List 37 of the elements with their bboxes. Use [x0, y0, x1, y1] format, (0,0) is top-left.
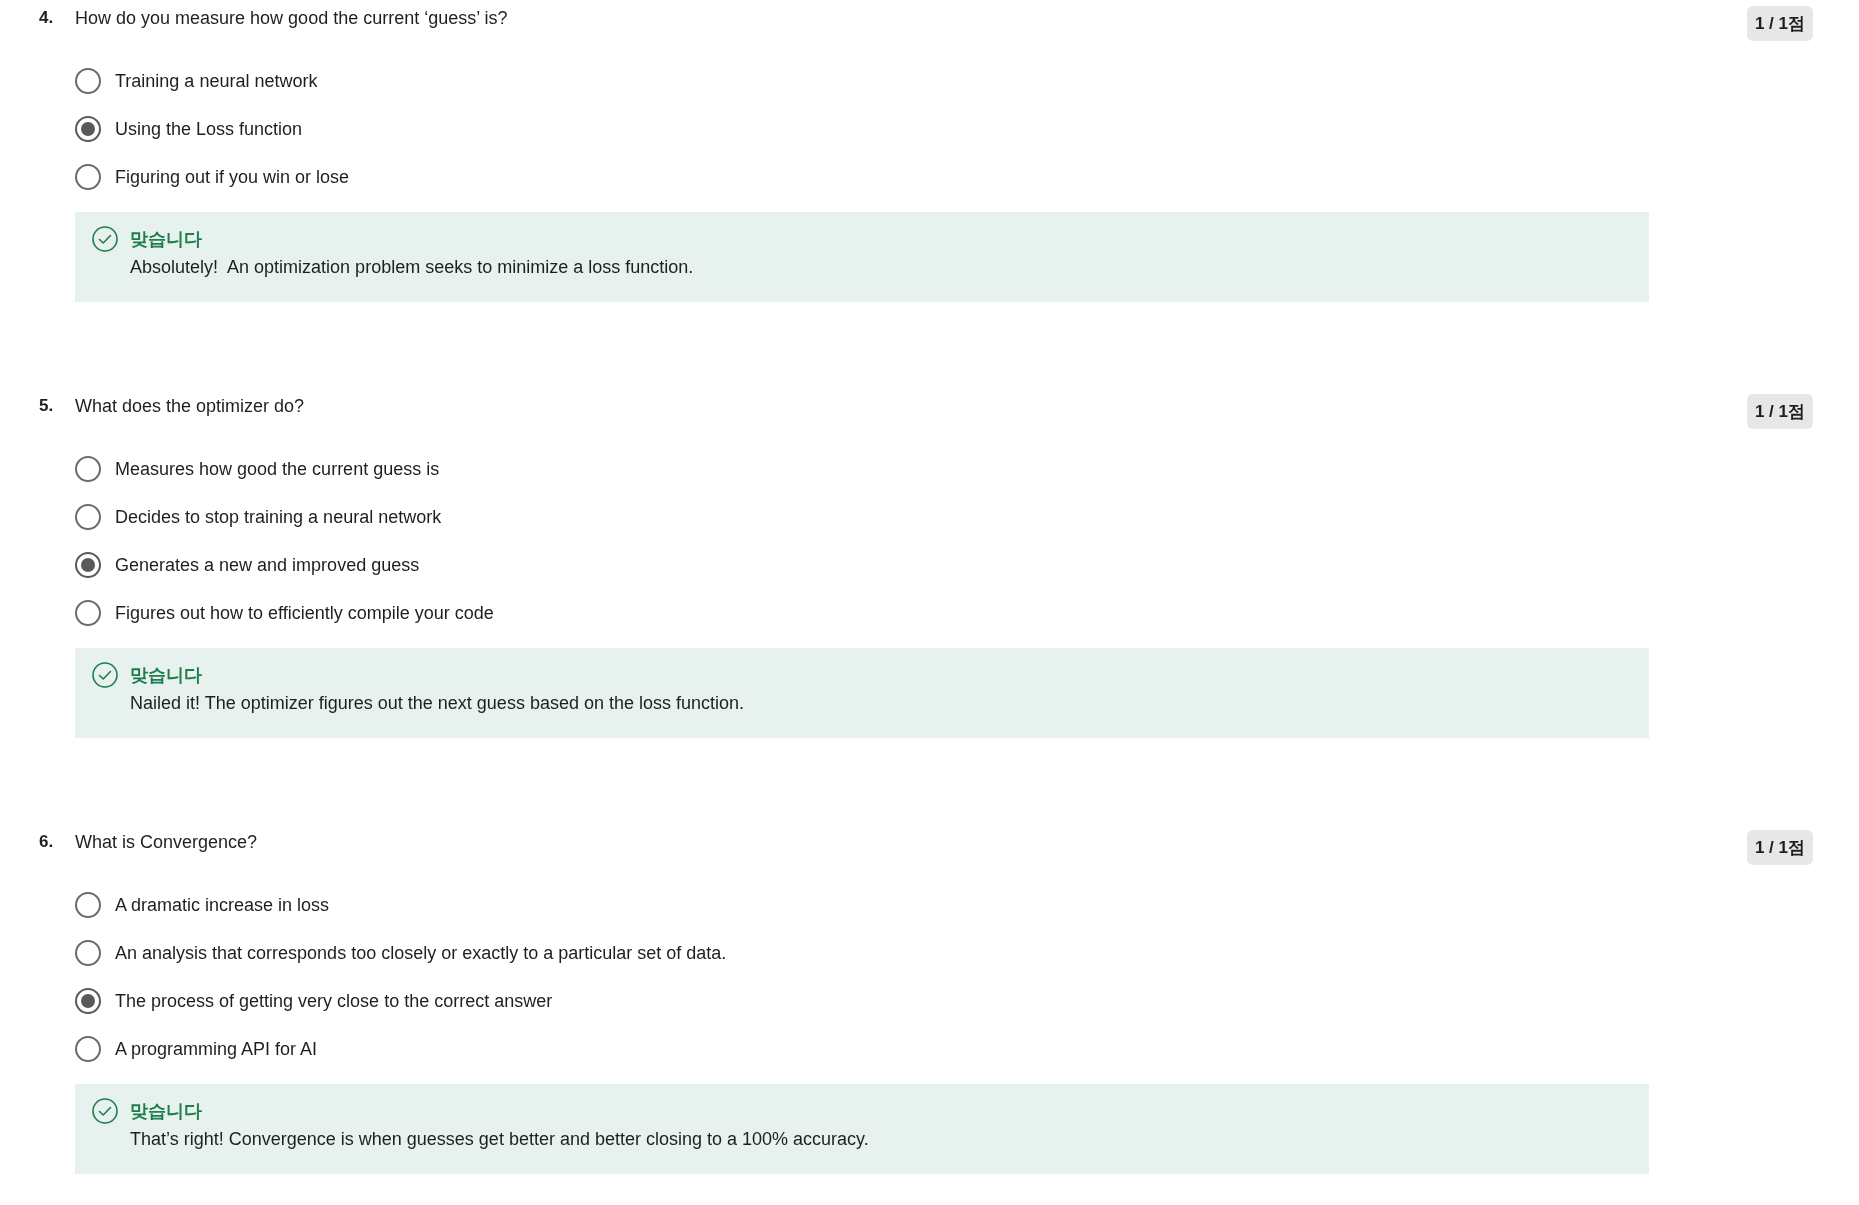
radio-button[interactable] — [75, 164, 101, 190]
feedback-title: 맞습니다 — [130, 228, 203, 251]
option-label[interactable]: A programming API for AI — [115, 1037, 318, 1061]
option-label[interactable]: Measures how good the current guess is — [115, 457, 440, 481]
radio-button[interactable] — [75, 1036, 101, 1062]
question-number: 5. — [39, 395, 55, 417]
radio-button[interactable] — [75, 552, 101, 578]
question-text: What is Convergence? — [75, 831, 258, 854]
option-label[interactable]: An analysis that corresponds too closely or exactly to a particular set of data. — [115, 941, 727, 965]
option-label[interactable]: Figuring out if you win or lose — [115, 165, 350, 189]
radio-button[interactable] — [75, 116, 101, 142]
feedback-message: Nailed it! The optimizer figures out the next guess based on the loss function. — [130, 692, 745, 715]
score-badge: 1 / 1점 — [1746, 6, 1813, 41]
radio-button[interactable] — [75, 68, 101, 94]
score-badge: 1 / 1점 — [1746, 394, 1813, 429]
question-number: 6. — [39, 831, 55, 853]
question-text: How do you measure how good the current ‘guess’ is? — [75, 7, 508, 30]
radio-button[interactable] — [75, 988, 101, 1014]
feedback-message: That’s right! Convergence is when guesses get better and better closing to a 100% accuracy. — [130, 1128, 869, 1151]
feedback-message: Absolutely! An optimization problem seeks to minimize a loss function. — [130, 256, 694, 279]
option-label[interactable]: Decides to stop training a neural network — [115, 505, 442, 529]
option-label[interactable]: A dramatic increase in loss — [115, 893, 330, 917]
option-label[interactable]: The process of getting very close to the correct answer — [115, 989, 553, 1013]
radio-button[interactable] — [75, 600, 101, 626]
feedback-title: 맞습니다 — [130, 1100, 203, 1123]
radio-button[interactable] — [75, 892, 101, 918]
radio-button[interactable] — [75, 940, 101, 966]
radio-button[interactable] — [75, 504, 101, 530]
radio-button[interactable] — [75, 456, 101, 482]
option-label[interactable]: Using the Loss function — [115, 117, 303, 141]
question-text: What does the optimizer do? — [75, 395, 305, 418]
score-badge: 1 / 1점 — [1746, 830, 1813, 865]
question-number: 4. — [39, 7, 55, 29]
option-label[interactable]: Figures out how to efficiently compile your code — [115, 601, 494, 625]
option-label[interactable]: Training a neural network — [115, 69, 318, 93]
option-label[interactable]: Generates a new and improved guess — [115, 553, 420, 577]
feedback-title: 맞습니다 — [130, 664, 203, 687]
